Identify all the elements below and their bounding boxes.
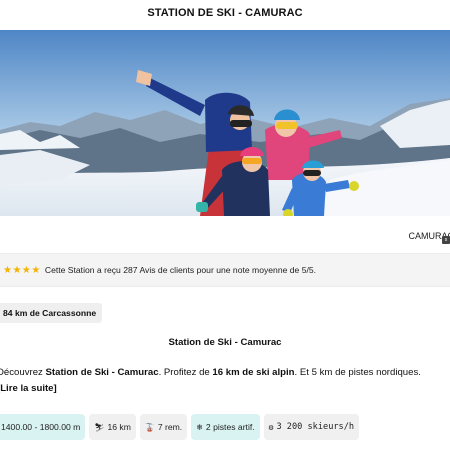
lifts-chip: 🚡 7 rem. <box>139 414 188 440</box>
skier-icon: ⛷ <box>94 422 105 432</box>
location-tooltip-corner[interactable]: s <box>442 236 450 244</box>
alpine-km-value: 16 km <box>107 422 131 432</box>
hero-photo <box>0 30 450 216</box>
gear-icon: ⚙ <box>268 422 274 432</box>
rating-stars: ★★★★ <box>3 264 41 276</box>
skiers-capacity-chip: ⚙ 3 200 skieurs/h <box>263 414 360 440</box>
stats-row: 1400.00 - 1800.00 m ⛷ 16 km 🚡 7 rem. ❄ 2… <box>0 414 360 440</box>
altitude-value: 1400.00 - 1800.00 m <box>1 422 81 432</box>
description-alpine-km: 16 km de ski alpin <box>212 367 295 378</box>
cable-car-icon: 🚡 <box>144 422 155 432</box>
read-more-link[interactable]: [Lire la suite] <box>0 383 57 394</box>
description-text-1: Découvrez <box>0 367 46 378</box>
skiers-capacity-value: 3 200 skieurs/h <box>276 422 355 432</box>
snowflake-icon: ❄ <box>196 422 203 432</box>
description-station-name: Station de Ski - Camurac <box>45 367 159 378</box>
alpine-km-chip: ⛷ 16 km <box>89 414 136 440</box>
altitude-chip: 1400.00 - 1800.00 m <box>0 414 86 440</box>
page-title: STATION DE SKI - CAMURAC <box>147 7 303 19</box>
section-title: Station de Ski - Camurac <box>168 337 282 348</box>
description-paragraph: Découvrez Station de Ski - Camurac. Prof… <box>0 365 449 397</box>
rating-bar: ★★★★ Cette Station a reçu 287 Avis de cl… <box>0 253 450 287</box>
ski-family-image <box>0 30 450 216</box>
artificial-snow-chip: ❄ 2 pistes artif. <box>191 414 260 440</box>
description-text-2: . Profitez de <box>158 367 213 378</box>
distance-badge: 84 km de Carcassonne <box>0 303 103 323</box>
artificial-pistes-value: 2 pistes artif. <box>205 422 255 432</box>
lifts-value: 7 rem. <box>157 422 183 432</box>
rating-text: Cette Station a reçu 287 Avis de clients… <box>44 265 317 275</box>
description-text-3: . Et 5 km de pistes nordiques. <box>294 367 421 378</box>
